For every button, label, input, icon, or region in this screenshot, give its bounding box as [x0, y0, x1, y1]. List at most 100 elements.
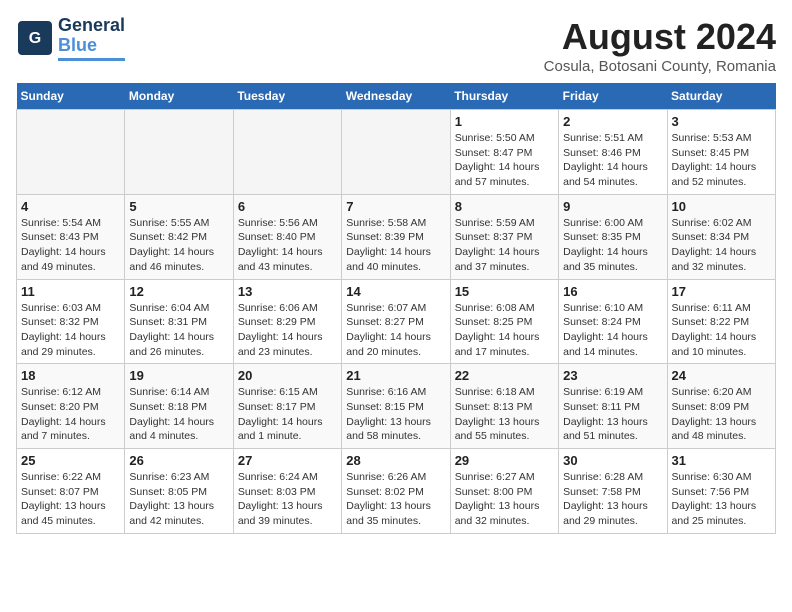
day-info: Sunrise: 6:20 AMSunset: 8:09 PMDaylight:…	[672, 385, 771, 444]
day-info: Sunrise: 6:28 AMSunset: 7:58 PMDaylight:…	[563, 470, 662, 529]
day-info: Sunrise: 6:22 AMSunset: 8:07 PMDaylight:…	[21, 470, 120, 529]
day-number: 14	[346, 284, 445, 299]
day-number: 12	[129, 284, 228, 299]
day-number: 23	[563, 368, 662, 383]
day-info: Sunrise: 6:14 AMSunset: 8:18 PMDaylight:…	[129, 385, 228, 444]
day-info: Sunrise: 6:26 AMSunset: 8:02 PMDaylight:…	[346, 470, 445, 529]
day-number: 31	[672, 453, 771, 468]
day-info: Sunrise: 6:06 AMSunset: 8:29 PMDaylight:…	[238, 301, 337, 360]
day-info: Sunrise: 6:30 AMSunset: 7:56 PMDaylight:…	[672, 470, 771, 529]
day-number: 30	[563, 453, 662, 468]
calendar-cell: 11 Sunrise: 6:03 AMSunset: 8:32 PMDayligh…	[17, 279, 125, 364]
month-title: August 2024	[544, 16, 776, 58]
weekday-header-wednesday: Wednesday	[342, 83, 450, 110]
day-number: 27	[238, 453, 337, 468]
day-number: 22	[455, 368, 554, 383]
calendar-cell: 12 Sunrise: 6:04 AMSunset: 8:31 PMDayligh…	[125, 279, 233, 364]
calendar-cell: 30 Sunrise: 6:28 AMSunset: 7:58 PMDayligh…	[559, 449, 667, 534]
day-number: 4	[21, 199, 120, 214]
calendar-cell: 5Sunrise: 5:55 AMSunset: 8:42 PMDaylight…	[125, 194, 233, 279]
calendar-cell: 1 Sunrise: 5:50 AMSunset: 8:47 PMDaylight…	[450, 110, 558, 195]
day-info: Sunrise: 6:16 AMSunset: 8:15 PMDaylight:…	[346, 385, 445, 444]
day-info: Sunrise: 6:27 AMSunset: 8:00 PMDaylight:…	[455, 470, 554, 529]
calendar-cell: 23 Sunrise: 6:19 AMSunset: 8:11 PMDayligh…	[559, 364, 667, 449]
calendar-cell: 20 Sunrise: 6:15 AMSunset: 8:17 PMDayligh…	[233, 364, 341, 449]
day-info: Sunrise: 6:03 AMSunset: 8:32 PMDaylight:…	[21, 301, 120, 360]
calendar-cell: 7Sunrise: 5:58 AMSunset: 8:39 PMDaylight…	[342, 194, 450, 279]
weekday-header-sunday: Sunday	[17, 83, 125, 110]
weekday-header-friday: Friday	[559, 83, 667, 110]
logo-line2: Blue	[58, 36, 125, 56]
day-info: Sunrise: 6:24 AMSunset: 8:03 PMDaylight:…	[238, 470, 337, 529]
day-number: 25	[21, 453, 120, 468]
calendar-cell	[125, 110, 233, 195]
day-number: 2	[563, 114, 662, 129]
day-number: 17	[672, 284, 771, 299]
weekday-header-tuesday: Tuesday	[233, 83, 341, 110]
day-info: Sunrise: 6:07 AMSunset: 8:27 PMDaylight:…	[346, 301, 445, 360]
day-number: 11	[21, 284, 120, 299]
calendar-cell: 31 Sunrise: 6:30 AMSunset: 7:56 PMDayligh…	[667, 449, 775, 534]
day-number: 3	[672, 114, 771, 129]
calendar-cell: 29 Sunrise: 6:27 AMSunset: 8:00 PMDayligh…	[450, 449, 558, 534]
logo-line1: General	[58, 16, 125, 36]
logo: G General Blue	[16, 16, 125, 61]
day-number: 9	[563, 199, 662, 214]
day-number: 26	[129, 453, 228, 468]
calendar-cell	[342, 110, 450, 195]
calendar-cell: 24 Sunrise: 6:20 AMSunset: 8:09 PMDayligh…	[667, 364, 775, 449]
day-info: Sunrise: 6:08 AMSunset: 8:25 PMDaylight:…	[455, 301, 554, 360]
title-area: August 2024 Cosula, Botosani County, Rom…	[544, 16, 776, 75]
day-info: Sunrise: 6:12 AMSunset: 8:20 PMDaylight:…	[21, 385, 120, 444]
calendar-cell	[17, 110, 125, 195]
calendar-cell: 3 Sunrise: 5:53 AMSunset: 8:45 PMDaylight…	[667, 110, 775, 195]
calendar-cell: 22Sunrise: 6:18 AMSunset: 8:13 PMDayligh…	[450, 364, 558, 449]
weekday-header-thursday: Thursday	[450, 83, 558, 110]
calendar-cell: 15 Sunrise: 6:08 AMSunset: 8:25 PMDayligh…	[450, 279, 558, 364]
day-number: 20	[238, 368, 337, 383]
location: Cosula, Botosani County, Romania	[544, 58, 776, 75]
day-number: 1	[455, 114, 554, 129]
day-info: Sunrise: 6:04 AMSunset: 8:31 PMDaylight:…	[129, 301, 228, 360]
day-info: Sunrise: 6:02 AMSunset: 8:34 PMDaylight:…	[672, 216, 771, 275]
header: G General Blue August 2024 Cosula, Botos…	[16, 16, 776, 75]
day-number: 18	[21, 368, 120, 383]
day-info: Sunrise: 6:00 AMSunset: 8:35 PMDaylight:…	[563, 216, 662, 275]
calendar-cell: 25 Sunrise: 6:22 AMSunset: 8:07 PMDayligh…	[17, 449, 125, 534]
day-info: Sunrise: 6:10 AMSunset: 8:24 PMDaylight:…	[563, 301, 662, 360]
day-info: Sunrise: 6:11 AMSunset: 8:22 PMDaylight:…	[672, 301, 771, 360]
day-number: 21	[346, 368, 445, 383]
calendar-cell	[233, 110, 341, 195]
day-number: 7	[346, 199, 445, 214]
day-number: 10	[672, 199, 771, 214]
calendar-cell: 14 Sunrise: 6:07 AMSunset: 8:27 PMDayligh…	[342, 279, 450, 364]
calendar-table: SundayMondayTuesdayWednesdayThursdayFrid…	[16, 83, 776, 534]
day-info: Sunrise: 5:59 AMSunset: 8:37 PMDaylight:…	[455, 216, 554, 275]
calendar-cell: 28Sunrise: 6:26 AMSunset: 8:02 PMDayligh…	[342, 449, 450, 534]
calendar-cell: 9 Sunrise: 6:00 AMSunset: 8:35 PMDaylight…	[559, 194, 667, 279]
calendar-cell: 16 Sunrise: 6:10 AMSunset: 8:24 PMDayligh…	[559, 279, 667, 364]
day-number: 24	[672, 368, 771, 383]
svg-text:G: G	[29, 30, 41, 47]
calendar-cell: 4Sunrise: 5:54 AMSunset: 8:43 PMDaylight…	[17, 194, 125, 279]
day-info: Sunrise: 6:15 AMSunset: 8:17 PMDaylight:…	[238, 385, 337, 444]
day-info: Sunrise: 5:53 AMSunset: 8:45 PMDaylight:…	[672, 131, 771, 190]
calendar-cell: 19Sunrise: 6:14 AMSunset: 8:18 PMDayligh…	[125, 364, 233, 449]
calendar-cell: 2Sunrise: 5:51 AMSunset: 8:46 PMDaylight…	[559, 110, 667, 195]
day-number: 16	[563, 284, 662, 299]
day-info: Sunrise: 6:19 AMSunset: 8:11 PMDaylight:…	[563, 385, 662, 444]
day-number: 15	[455, 284, 554, 299]
calendar-cell: 17 Sunrise: 6:11 AMSunset: 8:22 PMDayligh…	[667, 279, 775, 364]
calendar-cell: 8 Sunrise: 5:59 AMSunset: 8:37 PMDaylight…	[450, 194, 558, 279]
calendar-cell: 27 Sunrise: 6:24 AMSunset: 8:03 PMDayligh…	[233, 449, 341, 534]
day-number: 29	[455, 453, 554, 468]
weekday-header-saturday: Saturday	[667, 83, 775, 110]
calendar-cell: 6Sunrise: 5:56 AMSunset: 8:40 PMDaylight…	[233, 194, 341, 279]
calendar-cell: 13Sunrise: 6:06 AMSunset: 8:29 PMDayligh…	[233, 279, 341, 364]
day-info: Sunrise: 5:55 AMSunset: 8:42 PMDaylight:…	[129, 216, 228, 275]
day-number: 8	[455, 199, 554, 214]
day-info: Sunrise: 6:23 AMSunset: 8:05 PMDaylight:…	[129, 470, 228, 529]
weekday-header-monday: Monday	[125, 83, 233, 110]
day-info: Sunrise: 5:56 AMSunset: 8:40 PMDaylight:…	[238, 216, 337, 275]
day-info: Sunrise: 5:50 AMSunset: 8:47 PMDaylight:…	[455, 131, 554, 190]
